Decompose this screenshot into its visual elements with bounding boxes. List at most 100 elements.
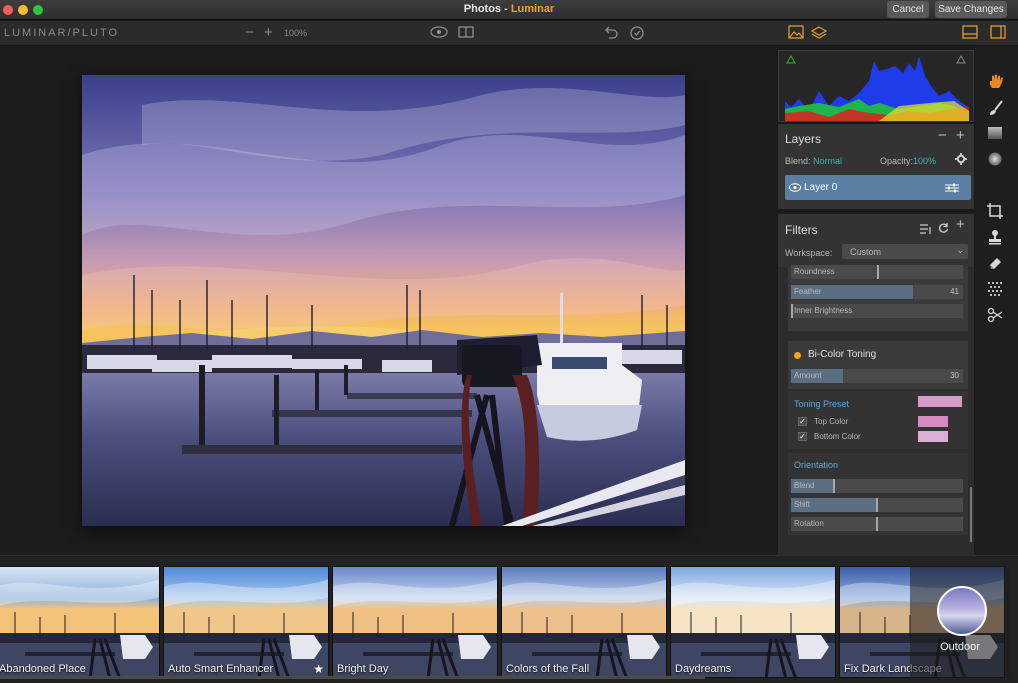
toning-preset-swatch[interactable] — [918, 396, 962, 407]
zoom-level[interactable]: 100% — [284, 28, 307, 38]
save-changes-button[interactable]: Save Changes — [935, 1, 1007, 18]
compare-split-icon[interactable] — [458, 25, 474, 39]
amount-label: Amount — [794, 371, 822, 380]
inner-brightness-slider[interactable]: Inner Brightness — [791, 304, 963, 318]
preset-thumbnail[interactable]: Daydreams — [670, 566, 836, 678]
gradient-mask-icon[interactable] — [987, 126, 1003, 140]
amount-slider[interactable]: Amount 30 — [791, 369, 963, 383]
roundness-slider[interactable]: Roundness — [791, 265, 963, 279]
filters-section: Filters + Workspace: Custom ⌄ Roundness … — [778, 214, 974, 555]
inner-brightness-marker[interactable] — [791, 304, 793, 318]
preset-preview-image — [0, 567, 159, 677]
blend-mode-value[interactable]: Normal — [813, 156, 842, 166]
category-label[interactable]: Outdoor — [910, 641, 1010, 653]
preset-label: Colors of the Fall — [506, 663, 590, 675]
rotation-slider[interactable]: Rotation — [791, 517, 963, 531]
image-mode-icon[interactable] — [788, 25, 804, 39]
filters-scrollbar[interactable] — [970, 487, 972, 542]
feather-value: 41 — [950, 287, 959, 296]
undo-icon[interactable] — [603, 25, 619, 41]
top-color-checkbox[interactable]: ✓ — [798, 417, 807, 426]
crop-tool-icon[interactable] — [987, 203, 1003, 219]
refresh-filters-icon[interactable] — [938, 223, 949, 234]
preset-thumbnail[interactable]: Bright Day — [332, 566, 498, 678]
preset-preview-image — [671, 567, 835, 677]
add-filter-button[interactable]: + — [956, 216, 965, 233]
shift-label: Shift — [794, 500, 811, 509]
bicolor-filter-name[interactable]: Bi-Color Toning — [808, 349, 876, 360]
luminar-window: Photos - Luminar Cancel Save Changes LUM… — [0, 0, 1018, 683]
remove-layer-button[interactable]: − — [938, 127, 947, 144]
main-photo[interactable] — [82, 75, 685, 526]
title-separator: - — [501, 3, 511, 15]
top-color-swatch[interactable] — [918, 416, 948, 427]
layer-adjust-sliders-icon[interactable] — [945, 183, 959, 193]
eye-icon[interactable] — [430, 25, 448, 39]
layer-name: Layer 0 — [804, 182, 838, 193]
shift-marker[interactable] — [876, 498, 878, 512]
zoom-in-button[interactable]: + — [264, 24, 273, 41]
opacity-label: Opacity: — [880, 156, 914, 166]
opacity-value[interactable]: 100% — [913, 156, 936, 166]
radial-mask-icon[interactable] — [987, 151, 1003, 167]
bicolor-toning-filter: Bi-Color Toning Amount 30 — [788, 341, 968, 389]
preset-thumbnail[interactable]: Abandoned Place — [0, 566, 160, 678]
main-toolbar: LUMINAR/PLUTO − + 100% — [0, 21, 1018, 46]
inner-brightness-label: Inner Brightness — [794, 306, 853, 315]
preset-preview-image — [164, 567, 328, 677]
image-canvas[interactable] — [0, 47, 775, 555]
marina-sunset-image — [82, 75, 685, 526]
filmstrip-scrollbar[interactable] — [0, 676, 705, 679]
filmstrip-toggle-icon[interactable] — [962, 25, 978, 39]
preset-preview-image — [333, 567, 497, 677]
orientation-blend-marker[interactable] — [833, 479, 835, 493]
roundness-marker[interactable] — [877, 265, 879, 279]
layers-title: Layers — [785, 132, 822, 146]
orientation-title: Orientation — [794, 460, 839, 470]
bottom-color-swatch[interactable] — [918, 431, 948, 442]
feather-label: Feather — [794, 287, 822, 296]
chevron-down-icon: ⌄ — [956, 245, 964, 255]
brush-tool-icon[interactable] — [987, 99, 1005, 117]
rotation-marker[interactable] — [876, 517, 878, 531]
orientation-blend-slider[interactable]: Blend — [791, 479, 963, 493]
title-bar: Photos - Luminar Cancel Save Changes — [0, 0, 1018, 20]
window-app-name: Luminar — [510, 3, 555, 15]
bottom-color-checkbox[interactable]: ✓ — [798, 432, 807, 441]
rotation-label: Rotation — [794, 519, 824, 528]
window-title-text: Photos — [463, 3, 502, 15]
eraser-tool-icon[interactable] — [987, 255, 1003, 271]
feather-slider[interactable]: Feather 41 — [791, 285, 963, 299]
clone-stamp-icon[interactable] — [987, 229, 1003, 245]
toning-preset-group: Toning Preset ✓ Top Color ✓ Bottom Color — [788, 391, 968, 449]
category-overlay[interactable]: Outdoor — [910, 566, 1010, 678]
favorite-star-icon[interactable]: ★ — [313, 662, 324, 676]
panel-toggle-icon[interactable] — [990, 25, 1006, 39]
cancel-button[interactable]: Cancel — [887, 1, 929, 18]
orientation-blend-label: Blend — [794, 481, 815, 490]
outdoor-category-icon[interactable] — [937, 586, 987, 636]
history-icon[interactable] — [629, 25, 645, 41]
orientation-group: Orientation Blend Shift Rotation — [788, 453, 968, 535]
layer-row[interactable]: Layer 0 — [785, 175, 971, 200]
workspace-label: Workspace: — [785, 248, 833, 258]
shift-slider[interactable]: Shift — [791, 498, 963, 512]
layers-section: Layers − + Blend: Normal Opacity: 100% L… — [778, 124, 974, 209]
workspace-value: Custom — [850, 247, 882, 257]
layer-visibility-eye-icon[interactable] — [789, 183, 801, 192]
filter-list-icon[interactable] — [920, 224, 932, 234]
noise-tool-icon[interactable] — [987, 281, 1003, 297]
preset-thumbnail[interactable]: Auto Smart Enhancer ★ — [163, 566, 329, 678]
hand-tool-icon[interactable] — [987, 72, 1005, 90]
zoom-out-button[interactable]: − — [245, 24, 254, 41]
preset-thumbnail[interactable]: Colors of the Fall — [501, 566, 667, 678]
filters-scroll-area[interactable]: Roundness Feather 41 Inner Brightness Bi… — [778, 265, 974, 555]
filter-active-dot-icon[interactable] — [794, 352, 801, 359]
workspace-select[interactable]: Custom ⌄ — [842, 244, 968, 259]
tool-sidebar — [975, 47, 1018, 555]
window-title: Photos - Luminar — [0, 3, 1018, 15]
layers-mode-icon[interactable] — [811, 25, 827, 41]
add-layer-button[interactable]: + — [956, 127, 965, 144]
layer-settings-gear-icon[interactable] — [955, 153, 967, 165]
scissors-tool-icon[interactable] — [987, 307, 1003, 323]
